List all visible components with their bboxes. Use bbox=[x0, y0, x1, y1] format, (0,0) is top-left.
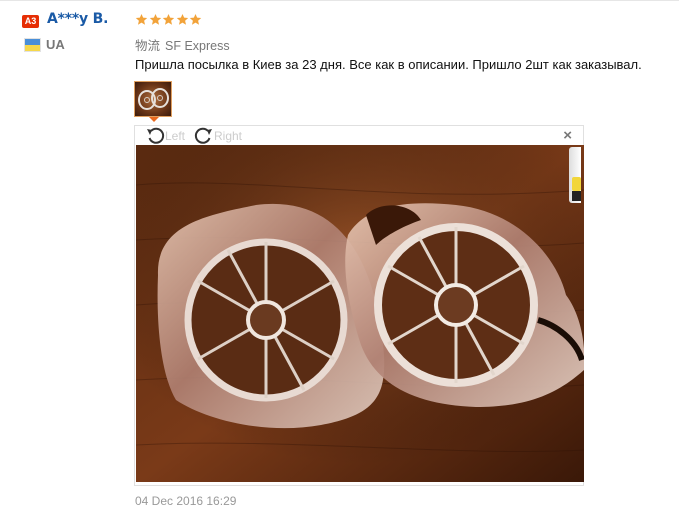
star-icon bbox=[162, 13, 175, 25]
adjacent-image-edge bbox=[569, 147, 581, 203]
star-icon bbox=[176, 13, 188, 25]
photo-viewer: Left Right × bbox=[134, 125, 584, 486]
star-icon bbox=[149, 13, 161, 25]
photo-viewer-toolbar: Left Right × bbox=[135, 126, 583, 146]
flag-ua-icon bbox=[24, 38, 41, 52]
reviewer-name[interactable]: A***y B. bbox=[47, 11, 108, 27]
star-rating bbox=[135, 13, 203, 29]
star-icon bbox=[189, 13, 202, 25]
thumbnail-image bbox=[138, 88, 169, 110]
rotate-right-label: Right bbox=[214, 129, 243, 143]
top-divider bbox=[0, 0, 679, 1]
shipping-label: 物流 bbox=[135, 39, 161, 53]
shipping-info: 物流 SF Express bbox=[135, 35, 230, 54]
reviewer-country: UA bbox=[46, 37, 65, 52]
thumbnail-selected-pointer bbox=[149, 117, 159, 122]
rotate-left-icon bbox=[147, 127, 165, 144]
rotate-left-label: Left bbox=[165, 129, 186, 143]
rotate-left-button[interactable]: Left bbox=[145, 127, 185, 145]
reviewer-rank-badge: A3 bbox=[22, 15, 39, 28]
review-date: 04 Dec 2016 16:29 bbox=[135, 494, 237, 508]
review-photo bbox=[136, 145, 584, 482]
close-icon[interactable]: × bbox=[563, 128, 572, 143]
review-photo-thumbnail[interactable] bbox=[134, 81, 172, 117]
star-icon bbox=[135, 13, 148, 25]
shipping-method: SF Express bbox=[165, 39, 230, 53]
review-text: Пришла посылка в Киев за 23 дня. Все как… bbox=[135, 57, 642, 72]
review-photo-image bbox=[136, 145, 584, 482]
rotate-right-icon bbox=[194, 127, 212, 144]
rotate-right-button[interactable]: Right bbox=[194, 127, 242, 145]
